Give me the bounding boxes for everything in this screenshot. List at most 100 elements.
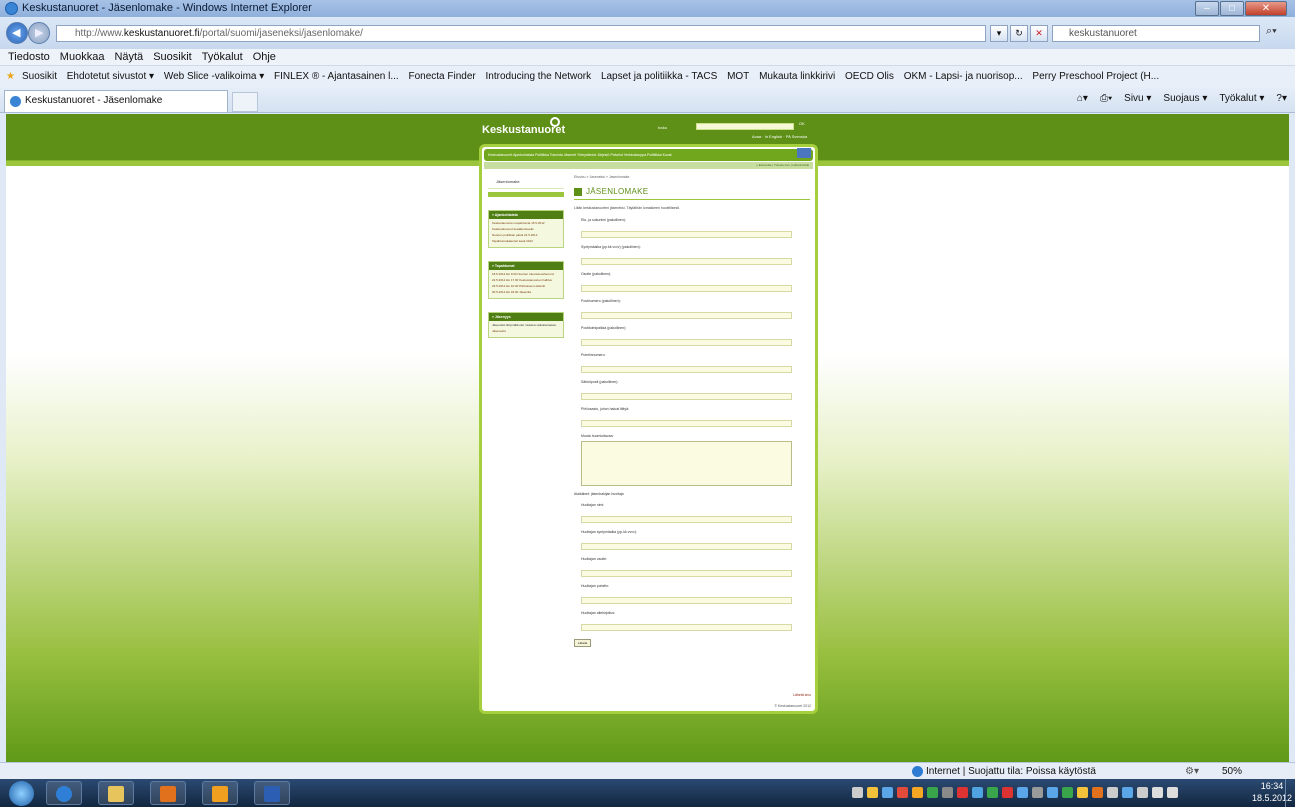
district-field[interactable] bbox=[581, 419, 792, 427]
favorite-link[interactable]: OECD Olis bbox=[845, 71, 894, 82]
site-search-button[interactable]: OK bbox=[799, 121, 805, 126]
protected-mode-icon[interactable]: ⚙▾ bbox=[1185, 763, 1199, 780]
tray-icon[interactable] bbox=[927, 787, 938, 798]
taskbar-media[interactable] bbox=[150, 781, 186, 805]
sidebar-item-jasenlomake[interactable]: Jäsenlomake bbox=[488, 175, 564, 189]
favorite-link[interactable]: Ehdotetut sivustot ▾ bbox=[67, 71, 154, 82]
command-safety[interactable]: Suojaus ▾ bbox=[1163, 93, 1207, 104]
forward-button[interactable] bbox=[28, 22, 50, 44]
refresh-button[interactable]: ↻ bbox=[1010, 25, 1028, 42]
menu-help[interactable]: Ohje bbox=[253, 49, 276, 65]
taskbar-outlook[interactable] bbox=[202, 781, 238, 805]
favorite-link[interactable]: Perry Preschool Project (H... bbox=[1032, 71, 1159, 82]
membership-link[interactable]: Jäsenedut bbox=[492, 329, 560, 333]
breadcrumb[interactable]: Etusivu » Jaseneksi » Jasenlomake bbox=[574, 175, 810, 182]
command-tools[interactable]: Työkalut ▾ bbox=[1219, 93, 1264, 104]
favorite-link[interactable]: Web Slice -valikoima ▾ bbox=[164, 71, 264, 82]
address-field[interactable] bbox=[581, 284, 792, 292]
language-links[interactable]: Avaa · In English · På Svenska bbox=[752, 134, 807, 139]
guardian-signature-field[interactable] bbox=[581, 623, 792, 631]
zoom-level[interactable]: 50% bbox=[1222, 763, 1242, 780]
tray-icon[interactable] bbox=[1002, 787, 1013, 798]
tray-icon[interactable] bbox=[1032, 787, 1043, 798]
menu-view[interactable]: Näytä bbox=[114, 49, 143, 65]
volume-icon[interactable] bbox=[1152, 787, 1163, 798]
news-link[interactable]: Keskustanuoret kesäkiertueelle bbox=[492, 227, 560, 231]
menu-tools[interactable]: Työkalut bbox=[202, 49, 243, 65]
back-button[interactable] bbox=[6, 22, 28, 44]
news-link[interactable]: Tapahtumakalenteri kesä 2012 bbox=[492, 239, 560, 243]
tray-icon[interactable] bbox=[1107, 787, 1118, 798]
favorite-link[interactable]: Introducing the Network bbox=[486, 71, 592, 82]
phone-field[interactable] bbox=[581, 365, 792, 373]
tray-icon[interactable] bbox=[1092, 787, 1103, 798]
maximize-button[interactable]: □ bbox=[1220, 1, 1244, 16]
guardian-name-field[interactable] bbox=[581, 515, 792, 523]
security-zone[interactable]: Internet | Suojattu tila: Poissa käytöst… bbox=[912, 763, 1096, 780]
menu-favorites[interactable]: Suosikit bbox=[153, 49, 192, 65]
tray-icon[interactable] bbox=[942, 787, 953, 798]
favorite-link[interactable]: Fonecta Finder bbox=[408, 71, 475, 82]
postcode-field[interactable] bbox=[581, 311, 792, 319]
guardian-phone-field[interactable] bbox=[581, 596, 792, 604]
main-navigation[interactable]: Keskustanuoret Ajankohtaista Politiikka … bbox=[484, 149, 813, 161]
city-field[interactable] bbox=[581, 338, 792, 346]
home-icon[interactable]: ⌂▾ bbox=[1077, 93, 1088, 104]
email-field[interactable] bbox=[581, 392, 792, 400]
stop-button[interactable]: ✕ bbox=[1030, 25, 1048, 42]
taskbar-word[interactable] bbox=[254, 781, 290, 805]
favorites-button[interactable]: Suosikit bbox=[22, 71, 57, 82]
favorite-link[interactable]: FINLEX ® - Ajantasainen l... bbox=[274, 71, 399, 82]
search-icon[interactable]: ⌕▾ bbox=[1266, 25, 1277, 38]
event-link[interactable]: 30.5.2012 klo 18.00 Jäsenilta bbox=[492, 290, 560, 294]
favorite-link[interactable]: Mukauta linkkirivi bbox=[759, 71, 835, 82]
guardian-birthdate-field[interactable] bbox=[581, 542, 792, 550]
tray-icon[interactable] bbox=[882, 787, 893, 798]
favorite-link[interactable]: Lapset ja politiikka - TACS bbox=[601, 71, 717, 82]
birthdate-field[interactable] bbox=[581, 257, 792, 265]
tray-icon[interactable] bbox=[867, 787, 878, 798]
tray-icon[interactable] bbox=[912, 787, 923, 798]
menu-edit[interactable]: Muokkaa bbox=[60, 49, 105, 65]
news-link[interactable]: Keskustanuorten tapahtumat 15.5.2012 bbox=[492, 221, 560, 225]
name-field[interactable] bbox=[581, 230, 792, 238]
favorite-link[interactable]: MOT bbox=[727, 71, 749, 82]
compat-view-button[interactable]: ▾ bbox=[990, 25, 1008, 42]
url-field[interactable]: http://www.keskustanuoret.fi/portal/suom… bbox=[56, 25, 986, 42]
minimize-button[interactable]: – bbox=[1195, 1, 1219, 16]
footer-link[interactable]: Lähetä sivu bbox=[774, 693, 811, 697]
browser-tab[interactable]: Keskustanuoret - Jäsenlomake bbox=[4, 90, 228, 112]
social-icon[interactable] bbox=[797, 148, 811, 158]
site-search-input[interactable] bbox=[696, 123, 794, 130]
tray-icon[interactable] bbox=[972, 787, 983, 798]
event-link[interactable]: 18.5.2012 klo 9.00 Nuorten tulevaisuusfo… bbox=[492, 272, 560, 276]
show-desktop-button[interactable] bbox=[1285, 779, 1295, 807]
network-icon[interactable] bbox=[1167, 787, 1178, 798]
tray-icon[interactable] bbox=[1077, 787, 1088, 798]
guardian-address-field[interactable] bbox=[581, 569, 792, 577]
favorites-star-icon[interactable]: ★ bbox=[6, 71, 15, 82]
taskbar-explorer[interactable] bbox=[98, 781, 134, 805]
command-page[interactable]: Sivu ▾ bbox=[1124, 93, 1151, 104]
tray-icon[interactable] bbox=[1137, 787, 1148, 798]
start-button[interactable] bbox=[9, 781, 34, 806]
help-icon[interactable]: ?▾ bbox=[1276, 93, 1287, 104]
tray-icon[interactable] bbox=[1047, 787, 1058, 798]
utility-navigation[interactable]: « Etusivulle | Tulosta sivu | Lähetä lin… bbox=[484, 162, 813, 169]
submit-button[interactable]: Lähetä bbox=[574, 638, 591, 647]
tray-icon[interactable] bbox=[957, 787, 968, 798]
tray-icon[interactable] bbox=[1062, 787, 1073, 798]
tray-icon[interactable] bbox=[1122, 787, 1133, 798]
news-link[interactable]: Nuorten politiikan päivä 24.5.2012 bbox=[492, 233, 560, 237]
favorite-link[interactable]: OKM - Lapsi- ja nuorisop... bbox=[904, 71, 1023, 82]
tray-icon[interactable] bbox=[987, 787, 998, 798]
print-icon[interactable]: ⎙▾ bbox=[1100, 93, 1112, 104]
new-tab-button[interactable] bbox=[232, 92, 258, 112]
close-button[interactable]: ✕ bbox=[1245, 1, 1287, 16]
event-link[interactable]: 22.5.2012 klo 17.00 Keskustanuorten hall… bbox=[492, 278, 560, 282]
tray-icon[interactable] bbox=[1017, 787, 1028, 798]
tray-icon[interactable] bbox=[852, 787, 863, 798]
menu-file[interactable]: Tiedosto bbox=[8, 49, 50, 65]
search-input[interactable]: keskustanuoret bbox=[1052, 25, 1260, 42]
tray-icon[interactable] bbox=[897, 787, 908, 798]
